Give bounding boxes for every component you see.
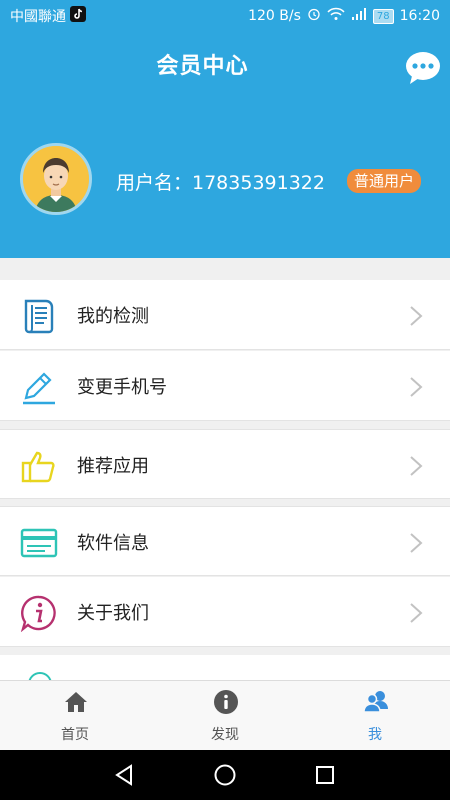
thumbs-up-icon: [20, 447, 58, 485]
avatar[interactable]: [20, 143, 92, 215]
clock-time: 16:20: [399, 8, 440, 24]
tab-home[interactable]: 首页: [0, 681, 150, 751]
menu-item-about-us[interactable]: 关于我们: [0, 577, 450, 647]
username-label: 用户名：17835391322: [116, 172, 325, 194]
tab-bar: 首页 发现 我: [0, 680, 450, 750]
pencil-icon: [20, 368, 58, 406]
alarm-icon: [307, 7, 321, 25]
tab-discover[interactable]: 发现: [150, 681, 300, 751]
wifi-icon: [327, 7, 345, 25]
chevron-right-icon: [408, 305, 424, 327]
menu-item-label: 变更手机号: [77, 377, 167, 398]
menu-item-label: 我的检测: [77, 306, 149, 327]
home-icon: [63, 689, 89, 715]
menu-item-label: 关于我们: [77, 603, 149, 624]
tiktok-icon: [70, 6, 86, 26]
circle-icon: [28, 672, 52, 680]
back-triangle-icon[interactable]: [113, 763, 137, 787]
system-nav-bar: [0, 750, 450, 800]
tab-me[interactable]: 我: [300, 681, 450, 751]
carrier-label: 中國聯通: [10, 9, 66, 25]
chevron-right-icon: [408, 376, 424, 398]
menu-item-label: 推荐应用: [77, 456, 149, 477]
menu-item-label: 软件信息: [77, 533, 149, 554]
menu-item-change-phone[interactable]: 变更手机号: [0, 351, 450, 421]
status-left: 中國聯通: [10, 6, 86, 26]
battery-icon: 78: [372, 8, 394, 24]
menu-item-partial[interactable]: [0, 655, 450, 680]
header: 中國聯通 120 B/s 78 16:20 会员中心 用户名：178353913…: [0, 0, 450, 258]
chat-bubble-icon[interactable]: [404, 51, 442, 85]
user-level-badge: 普通用户: [347, 169, 422, 193]
signal-icon: [351, 7, 367, 25]
status-right: 120 B/s 78 16:20: [248, 7, 440, 25]
page-title: 会员中心: [156, 54, 249, 79]
info-circle-icon: [213, 689, 239, 715]
menu-item-software-info[interactable]: 软件信息: [0, 506, 450, 576]
tab-label: 首页: [61, 727, 89, 743]
chevron-right-icon: [408, 455, 424, 477]
home-circle-icon[interactable]: [213, 763, 237, 787]
info-bubble-icon: [20, 594, 58, 633]
chevron-right-icon: [408, 532, 424, 554]
chevron-right-icon: [408, 602, 424, 624]
menu-item-recommended-apps[interactable]: 推荐应用: [0, 429, 450, 499]
document-list-icon: [20, 297, 58, 335]
menu-item-my-tests[interactable]: 我的检测: [0, 280, 450, 350]
tab-label: 我: [368, 727, 382, 743]
avatar-icon: [23, 146, 89, 212]
status-bar: 中國聯通 120 B/s 78 16:20: [0, 0, 450, 32]
users-icon: [363, 689, 389, 715]
card-icon: [20, 524, 58, 562]
tab-label: 发现: [211, 727, 239, 743]
recents-square-icon[interactable]: [313, 763, 337, 787]
network-speed: 120 B/s: [248, 8, 301, 24]
